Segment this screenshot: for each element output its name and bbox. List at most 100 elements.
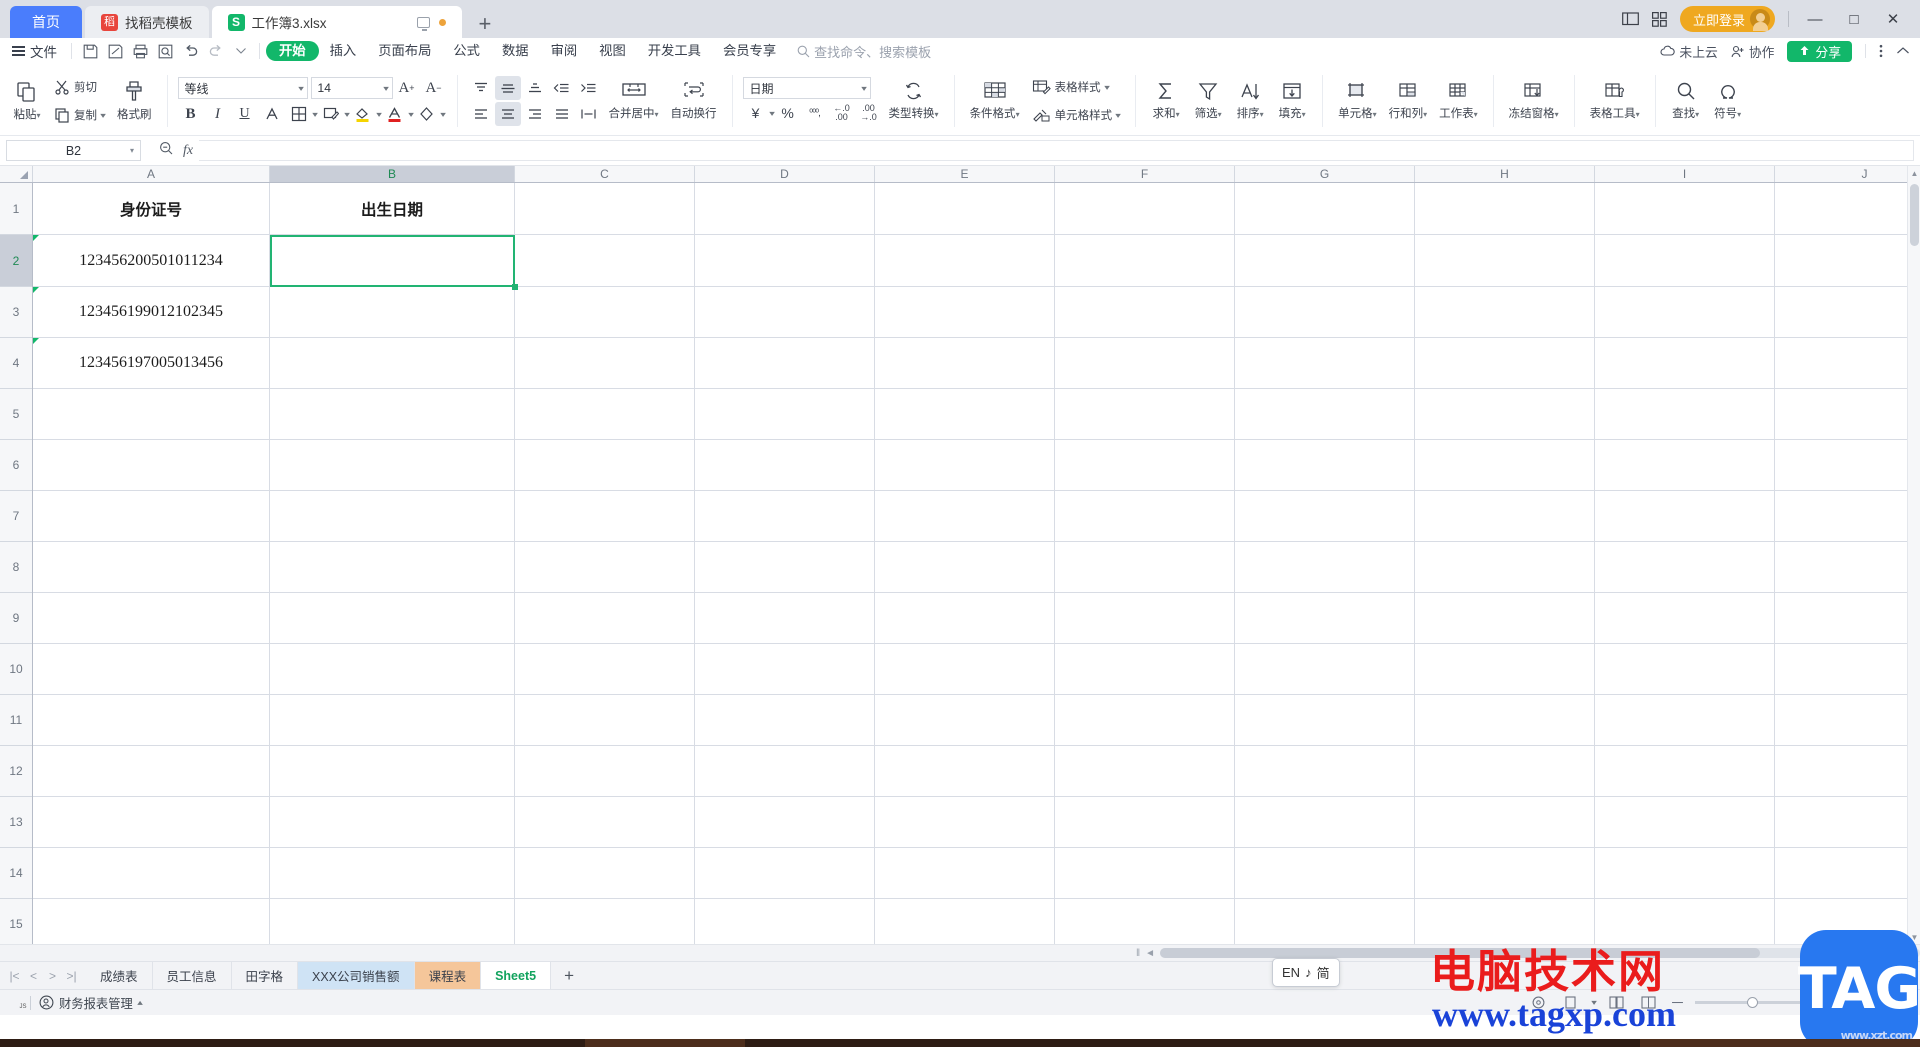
italic-button[interactable]: I [205,102,231,126]
cell-D6[interactable] [695,440,875,490]
collaborate-button[interactable]: 协作 [1731,42,1774,61]
cell-A3[interactable]: 123456199012102345 [33,287,270,337]
filter-button[interactable]: 筛选▾ [1188,69,1228,133]
cell-D2[interactable] [695,235,875,286]
cell-C5[interactable] [515,389,695,439]
format-painter-button[interactable]: 格式刷 [112,69,157,133]
rows-cols-button[interactable]: 行和列▾ [1384,69,1433,133]
cell-I7[interactable] [1595,491,1775,541]
formula-input[interactable] [199,140,1914,161]
cell-B12[interactable] [270,746,515,796]
row-header-1[interactable]: 1 [0,183,32,235]
cell-H2[interactable] [1415,235,1595,286]
horizontal-scrollbar[interactable]: ‖ ◄ [1130,948,1920,959]
ribbon-tab-page-layout[interactable]: 页面布局 [367,38,442,64]
cell-F1[interactable] [1055,183,1235,234]
cell-I4[interactable] [1595,338,1775,388]
bold-button[interactable]: B [178,102,204,126]
cell-G1[interactable] [1235,183,1415,234]
dual-screen-icon[interactable] [1622,12,1639,26]
scroll-left-icon[interactable]: ◄ [1145,948,1155,959]
align-center-button[interactable] [494,102,521,126]
zoom-out-button[interactable]: － [1670,992,1685,1013]
cell-F5[interactable] [1055,389,1235,439]
cell-E12[interactable] [875,746,1055,796]
sheet-prev-button[interactable]: < [25,969,42,983]
chevron-down-icon[interactable]: ▾ [1591,998,1597,1007]
cell-J12[interactable] [1775,746,1920,796]
cell-H8[interactable] [1415,542,1595,592]
freeze-panes-button[interactable]: 冻结窗格▾ [1504,69,1564,133]
cell-F15[interactable] [1055,899,1235,944]
cell-C10[interactable] [515,644,695,694]
font-name-select[interactable]: 等线 ▾ [177,77,308,99]
cell-I6[interactable] [1595,440,1775,490]
cut-button[interactable]: 剪切 [49,74,110,100]
zoom-slider-knob[interactable] [1746,997,1758,1008]
cell-J8[interactable] [1775,542,1920,592]
cell-J1[interactable] [1775,183,1920,234]
cell-F10[interactable] [1055,644,1235,694]
align-top-button[interactable] [468,76,494,100]
align-right-button[interactable] [522,102,548,126]
cell-E9[interactable] [875,593,1055,643]
increase-indent-button[interactable] [576,76,602,100]
cell-F13[interactable] [1055,797,1235,847]
cell-J4[interactable] [1775,338,1920,388]
align-bottom-button[interactable] [522,76,548,100]
row-header-7[interactable]: 7 [0,491,32,542]
cell-C15[interactable] [515,899,695,944]
cell-C2[interactable] [515,235,695,286]
cell-D8[interactable] [695,542,875,592]
row-header-13[interactable]: 13 [0,797,32,848]
row-header-15[interactable]: 15 [0,899,32,944]
cell-C9[interactable] [515,593,695,643]
type-convert-button[interactable]: 类型转换▾ [884,69,944,133]
cell-H5[interactable] [1415,389,1595,439]
cell-E6[interactable] [875,440,1055,490]
cell-D9[interactable] [695,593,875,643]
cell-G14[interactable] [1235,848,1415,898]
cell-I12[interactable] [1595,746,1775,796]
cell-H14[interactable] [1415,848,1595,898]
save-as-icon[interactable] [103,41,128,61]
increase-decimal-button[interactable]: .00 →.0 [856,101,882,125]
worksheet-button[interactable]: 工作表▾ [1434,69,1483,133]
name-box[interactable]: B2 ▾ [6,140,141,161]
cell-H7[interactable] [1415,491,1595,541]
cell-E3[interactable] [875,287,1055,337]
insert-function-icon[interactable]: fx [183,143,193,159]
cell-D4[interactable] [695,338,875,388]
cell-A14[interactable] [33,848,270,898]
ribbon-tab-insert[interactable]: 插入 [319,38,368,64]
autosum-button[interactable]: 求和▾ [1146,69,1186,133]
cell-I8[interactable] [1595,542,1775,592]
ribbon-tab-data[interactable]: 数据 [491,38,540,64]
cell-B13[interactable] [270,797,515,847]
cell-G15[interactable] [1235,899,1415,944]
cell-C13[interactable] [515,797,695,847]
cell-A11[interactable] [33,695,270,745]
cell-E7[interactable] [875,491,1055,541]
cell-I14[interactable] [1595,848,1775,898]
cell-A13[interactable] [33,797,270,847]
cell-B7[interactable] [270,491,515,541]
column-header-J[interactable]: J [1775,166,1920,182]
ribbon-tab-view[interactable]: 视图 [588,38,637,64]
table-style-button[interactable]: 表格样式 ▾ [1027,74,1126,100]
increase-font-size-button[interactable]: A + [394,76,420,100]
cell-B8[interactable] [270,542,515,592]
cell-E8[interactable] [875,542,1055,592]
cell-A1[interactable]: 身份证号 [33,183,270,234]
cell-C4[interactable] [515,338,695,388]
tab-docer-templates[interactable]: 找稻壳模板 [85,6,209,38]
cell-H1[interactable] [1415,183,1595,234]
ribbon-tab-start[interactable]: 开始 [266,41,319,61]
cell-D3[interactable] [695,287,875,337]
zoom-slider[interactable] [1694,997,1807,1008]
cell-E10[interactable] [875,644,1055,694]
cell-F12[interactable] [1055,746,1235,796]
copy-button[interactable]: 复制 ▾ [49,102,110,128]
cell-F2[interactable] [1055,235,1235,286]
cell-B10[interactable] [270,644,515,694]
